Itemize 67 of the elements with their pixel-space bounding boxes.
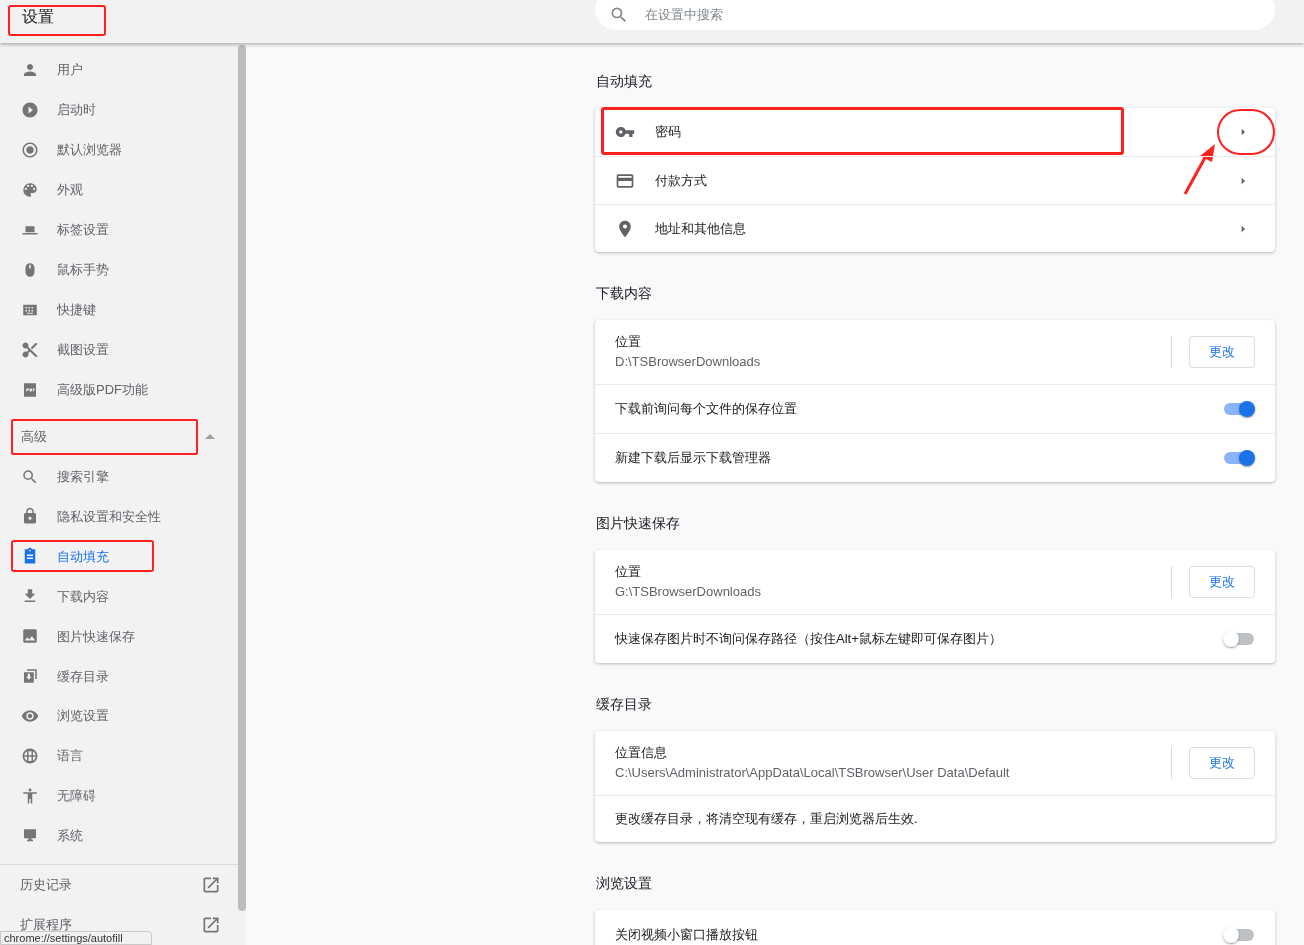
play-icon	[21, 100, 39, 119]
sidebar-item[interactable]: 语言	[13, 740, 93, 773]
scrollbar-thumb[interactable]	[238, 45, 246, 911]
sidebar-item[interactable]: 隐私设置和安全性	[13, 500, 171, 533]
setting-label: 位置	[615, 563, 642, 581]
section-title: 下载内容	[595, 284, 653, 303]
setting-label: 关闭视频小窗口播放按钮	[615, 925, 759, 944]
accessibility-icon	[21, 787, 39, 806]
setting-label: 位置信息	[615, 744, 668, 762]
sidebar-item[interactable]: 截图设置	[13, 333, 119, 366]
settings-row[interactable]: 付款方式	[595, 156, 1275, 204]
section-toggle[interactable]: 高级	[11, 418, 198, 455]
sidebar-item[interactable]: 高级版PDF功能	[13, 373, 158, 406]
toggle-switch[interactable]	[1223, 630, 1255, 648]
scissors-icon	[21, 340, 39, 359]
sidebar-item[interactable]: 标签设置	[13, 213, 119, 246]
sidebar-item[interactable]: 无障碍	[13, 780, 106, 813]
sidebar-item[interactable]: 快捷键	[13, 293, 106, 326]
path-text: D:\TSBrowserDownloads	[615, 353, 762, 371]
image-icon	[21, 627, 39, 646]
sidebar-item[interactable]: 鼠标手势	[13, 253, 119, 286]
sidebar-item[interactable]: 启动时	[13, 93, 106, 126]
search-icon	[609, 5, 629, 25]
settings-row[interactable]: 地址和其他信息	[595, 204, 1275, 252]
toggle-switch[interactable]	[1223, 449, 1255, 467]
setting-label: 下载前询问每个文件的保存位置	[615, 400, 798, 419]
setting-label: 快速保存图片时不询问保存路径（按住Alt+鼠标左键即可保存图片）	[615, 630, 1003, 649]
sidebar-item[interactable]: 下载内容	[13, 580, 119, 613]
document-icon	[21, 380, 39, 399]
annotation-arrow	[1183, 142, 1217, 196]
sidebar-item[interactable]: 缓存目录	[13, 660, 119, 693]
sidebar-item[interactable]: 系统	[13, 820, 93, 853]
window-title: 设置	[8, 5, 106, 36]
section-title: 图片快速保存	[595, 514, 681, 533]
sidebar-item[interactable]: 浏览设置	[13, 700, 119, 733]
path-text: C:\Users\Administrator\AppData\Local\TSBrowser\User Data\Default	[615, 764, 1011, 782]
change-button[interactable]: 更改	[1189, 747, 1255, 779]
archive-icon	[21, 667, 39, 686]
settings-row[interactable]: 密码	[595, 108, 1275, 156]
sidebar-item[interactable]: 外观	[13, 173, 93, 206]
search-icon	[21, 467, 39, 486]
setting-label: 新建下载后显示下载管理器	[615, 449, 772, 468]
sidebar-link[interactable]: 历史记录	[0, 865, 238, 906]
external-link-icon	[201, 915, 221, 936]
path-text: G:\TSBrowserDownloads	[615, 583, 762, 601]
external-link-icon	[201, 875, 221, 896]
sidebar-item[interactable]: 用户	[13, 53, 93, 86]
status-tooltip: chrome://settings/autofill	[0, 931, 152, 945]
section-title: 缓存目录	[595, 695, 653, 714]
change-button[interactable]: 更改	[1189, 566, 1255, 598]
lock-icon	[21, 507, 39, 526]
search-field[interactable]: 在设置中搜索	[595, 0, 1275, 30]
note-text: 更改缓存目录，将清空现有缓存，重启浏览器后生效.	[615, 810, 918, 829]
section-title: 浏览设置	[595, 874, 653, 893]
sidebar-item[interactable]: 搜索引擎	[13, 460, 119, 493]
target-icon	[21, 140, 39, 159]
sidebar-item[interactable]: 默认浏览器	[13, 133, 132, 166]
sidebar-item[interactable]: 图片快速保存	[13, 620, 145, 653]
section-title: 自动填充	[595, 72, 653, 91]
toggle-switch[interactable]	[1223, 925, 1255, 944]
change-button[interactable]: 更改	[1189, 336, 1255, 368]
globe-icon	[21, 747, 39, 766]
sidebar-item[interactable]: 自动填充	[11, 540, 154, 573]
setting-label: 位置	[615, 333, 642, 351]
palette-icon	[21, 180, 39, 199]
toggle-switch[interactable]	[1223, 400, 1255, 418]
search-input[interactable]: 在设置中搜索	[645, 5, 1275, 25]
